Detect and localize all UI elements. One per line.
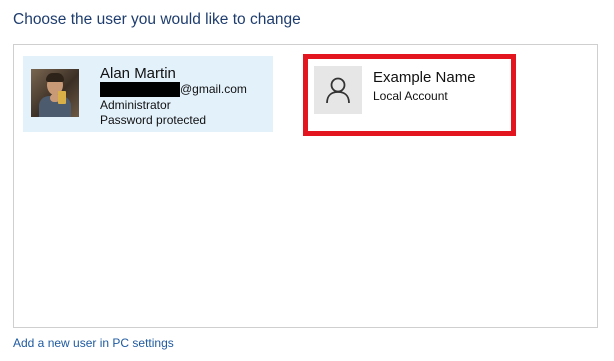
manage-accounts-page: Choose the user you would like to change… [0,0,614,361]
page-heading: Choose the user you would like to change [13,11,301,28]
user-tile-alan-martin[interactable]: Alan Martin @gmail.com Administrator Pas… [23,56,273,132]
user-email: @gmail.com [100,82,247,98]
user-list-panel: Alan Martin @gmail.com Administrator Pas… [13,44,598,328]
user-role: Administrator [100,98,171,112]
account-type: Local Account [373,89,448,103]
user-name: Example Name [373,69,476,86]
user-name: Alan Martin [100,65,176,82]
person-icon [326,77,350,104]
user-password-status: Password protected [100,113,207,127]
user-tile-example-name[interactable]: Example Name Local Account [312,65,508,126]
email-redaction [100,82,180,97]
avatar [314,66,362,114]
user-photo [31,69,79,117]
add-new-user-link[interactable]: Add a new user in PC settings [13,336,174,350]
highlight-box: Example Name Local Account [303,54,516,136]
email-domain: @gmail.com [180,82,247,96]
